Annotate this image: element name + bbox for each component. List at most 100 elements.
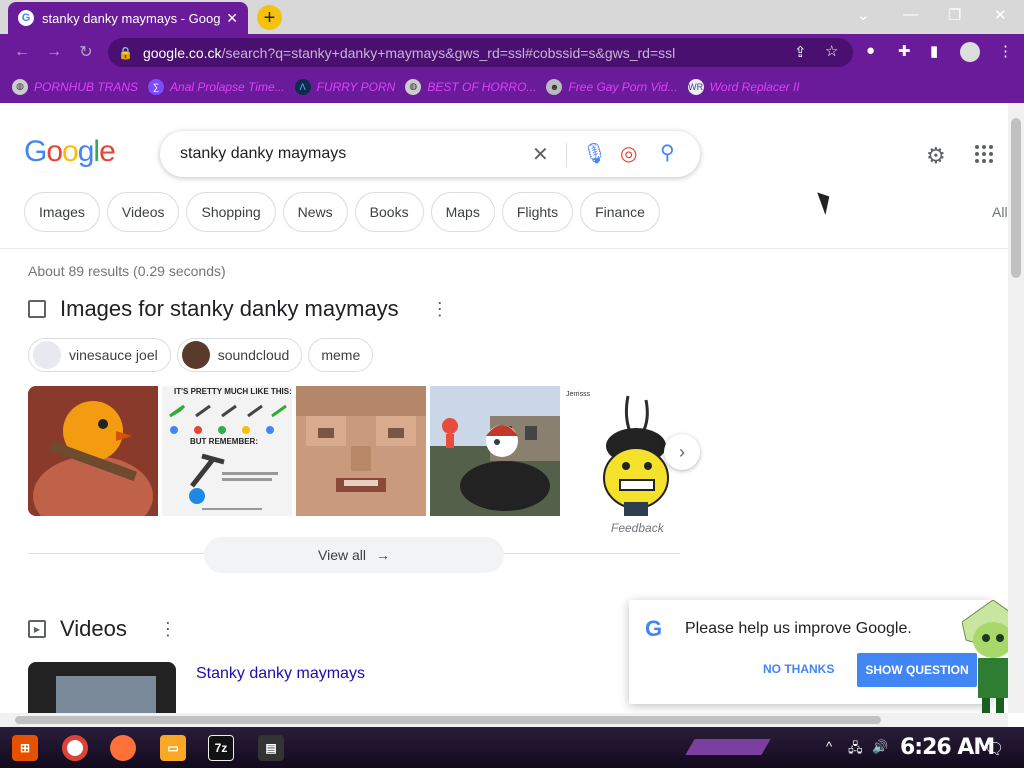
address-bar[interactable]: 🔒 google.co.ck /search?q=stanky+danky+ma… (108, 38, 853, 67)
google-logo[interactable]: Google (24, 135, 116, 169)
chip-soundcloud[interactable]: soundcloud (176, 338, 303, 372)
chrome-taskbar-icon[interactable] (62, 735, 88, 761)
tab-maps[interactable]: Maps (430, 192, 495, 232)
back-button[interactable]: ← (6, 43, 38, 61)
apps-grid-icon[interactable] (975, 145, 993, 163)
profile-extension-icon[interactable]: ● (866, 42, 875, 59)
tab-books[interactable]: Books (354, 192, 424, 232)
tray-chevron-icon[interactable]: ^ (826, 739, 832, 754)
image-icon (28, 300, 46, 318)
tab-all[interactable]: All (992, 204, 1008, 220)
bookmark-star-icon[interactable]: ☆ (825, 42, 838, 60)
chip-thumbnail (33, 341, 61, 369)
horizontal-scrollbar[interactable] (0, 713, 1008, 727)
extensions-puzzle-icon[interactable]: ✚ (898, 42, 911, 60)
tab-title: stanky danky maymays - Google (42, 10, 221, 26)
close-window-button[interactable]: ✕ (994, 6, 1007, 24)
profile-avatar[interactable] (960, 42, 980, 62)
browser-tab[interactable]: G stanky danky maymays - Google ✕ (8, 2, 248, 34)
horizontal-scroll-thumb[interactable] (15, 716, 881, 724)
images-heading[interactable]: Images for stanky danky maymays (60, 296, 399, 322)
arrow-right-icon: → (376, 547, 390, 563)
menu-kebab-icon[interactable]: ⋮ (998, 42, 1013, 60)
tab-shopping[interactable]: Shopping (186, 192, 276, 232)
bookmark-item[interactable]: Λ FURRY PORN (294, 78, 395, 95)
bookmark-item[interactable]: ∑ Anal Prolapse Time... (148, 78, 285, 95)
vertical-scrollbar[interactable] (1008, 103, 1024, 713)
tab-videos[interactable]: Videos (106, 192, 180, 232)
network-icon[interactable]: 🖧 (848, 739, 863, 761)
start-button[interactable]: ⊞ (12, 735, 38, 761)
google-results-page: Google stanky danky maymays ✕ 🎙 ◎ ⚲ ⚙ Im… (0, 103, 1008, 713)
survey-prompt: Please help us improve Google. (685, 620, 912, 637)
side-panel-icon[interactable]: ▮ (930, 42, 938, 60)
no-thanks-button[interactable]: NO THANKS (763, 662, 834, 676)
video-thumbnail-screen (56, 676, 156, 713)
tab-strip: G stanky danky maymays - Google ✕ + ⌄ — … (0, 0, 1024, 34)
search-box[interactable]: stanky danky maymays ✕ 🎙 ◎ ⚲ (160, 131, 700, 177)
image-result[interactable]: IT'S PRETTY MUCH LIKE THIS: BUT REMEMBER… (162, 386, 292, 516)
header-divider (0, 248, 1008, 249)
tab-close-icon[interactable]: ✕ (226, 10, 238, 27)
file-explorer-icon[interactable]: ▭ (160, 735, 186, 761)
notifications-icon[interactable]: 🗨 (984, 739, 1004, 759)
bookmark-icon: ∑ (148, 78, 165, 95)
sevenzip-taskbar-icon[interactable]: 7z (208, 735, 234, 761)
image-carousel: IT'S PRETTY MUCH LIKE THIS: BUT REMEMBER… (28, 386, 687, 516)
carousel-next-button[interactable]: › (664, 434, 700, 470)
bird-heavy-image (28, 386, 158, 516)
wr-icon: WR (687, 78, 704, 95)
video-result-link[interactable]: Stanky danky maymays (196, 665, 365, 683)
browser-toolbar: ← → ↻ 🔒 google.co.ck /search?q=stanky+da… (0, 34, 1024, 70)
view-all-label: View all (318, 547, 366, 563)
image-result[interactable] (296, 386, 426, 516)
tab-search-icon[interactable]: ⌄ (857, 6, 870, 24)
image-result[interactable] (430, 386, 560, 516)
images-more-icon[interactable]: ⋮ (431, 299, 449, 320)
restore-button[interactable]: ❐ (948, 6, 961, 24)
lens-camera-icon[interactable]: ◎ (620, 141, 637, 166)
search-icon[interactable]: ⚲ (660, 140, 675, 165)
settings-gear-icon[interactable]: ⚙ (926, 143, 946, 169)
minimize-button[interactable]: — (903, 6, 918, 23)
bookmark-item[interactable]: ◍ PORNHUB TRANS (12, 78, 138, 95)
peridot-character-overlay (962, 600, 1008, 713)
taskbar-clock[interactable]: 6:26 AM (900, 735, 995, 760)
bookmark-item[interactable]: ☻ Free Gay Porn Vid... (546, 78, 678, 95)
minecraft-pickaxe-meme-image: IT'S PRETTY MUCH LIKE THIS: BUT REMEMBER… (162, 386, 292, 516)
search-input[interactable]: stanky danky maymays (180, 145, 346, 163)
forward-button[interactable]: → (38, 43, 70, 61)
video-thumbnail[interactable] (28, 662, 176, 713)
bookmark-item[interactable]: WR Word Replacer II (687, 78, 800, 95)
bookmarks-bar: ◍ PORNHUB TRANS ∑ Anal Prolapse Time... ΛF… (0, 70, 1024, 103)
search-divider (566, 143, 567, 167)
firefox-taskbar-icon[interactable] (110, 735, 136, 761)
videos-section-header: ▶ Videos ⋮ (28, 616, 177, 642)
share-icon[interactable]: ⇪ (794, 43, 807, 61)
globe-icon: ◍ (12, 78, 28, 95)
clear-icon[interactable]: ✕ (532, 142, 549, 167)
tab-news[interactable]: News (282, 192, 348, 232)
reload-button[interactable]: ↻ (70, 42, 102, 62)
survey-popup: G Please help us improve Google. NO THAN… (629, 600, 991, 704)
show-question-button[interactable]: SHOW QUESTION (857, 653, 977, 687)
videos-heading[interactable]: Videos (60, 616, 127, 642)
view-all-button[interactable]: View all → (204, 537, 504, 573)
tab-finance[interactable]: Finance (580, 192, 660, 232)
microphone-icon[interactable]: 🎙 (582, 141, 607, 166)
feedback-link[interactable]: Feedback (611, 521, 664, 535)
new-tab-button[interactable]: + (257, 5, 282, 30)
vertical-scroll-thumb[interactable] (1011, 118, 1021, 278)
chip-vinesauce-joel[interactable]: vinesauce joel (28, 338, 171, 372)
image-refine-chips: vinesauce joel soundcloud meme (28, 338, 374, 372)
volume-icon[interactable]: 🔊 (872, 739, 888, 755)
tab-flights[interactable]: Flights (501, 192, 574, 232)
app-taskbar-icon[interactable]: ▤ (258, 735, 284, 761)
bookmark-item[interactable]: ◍ BEST OF HORRO... (405, 78, 536, 95)
url-path: /search?q=stanky+danky+maymays&gws_rd=ss… (221, 44, 676, 61)
image-result[interactable] (28, 386, 158, 516)
taskbar-decoration (685, 739, 771, 755)
videos-more-icon[interactable]: ⋮ (159, 619, 177, 640)
tab-images[interactable]: Images (24, 192, 100, 232)
chip-meme[interactable]: meme (308, 338, 374, 372)
